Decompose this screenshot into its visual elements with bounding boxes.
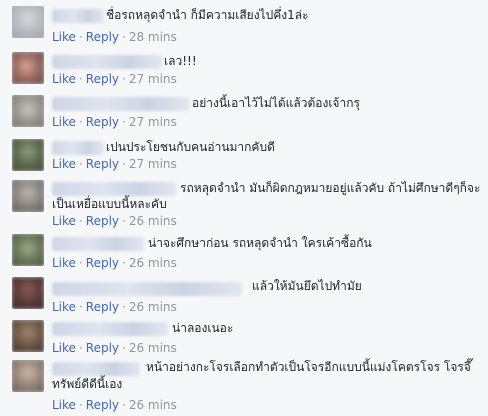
commenter-name[interactable] <box>52 9 104 23</box>
comment-text: หน้าอย่างกะโจรเลือกทำตัวเป็นโจรอีกแบบนี้… <box>146 360 471 374</box>
comment-actions: Like · Reply · 26 mins <box>52 213 177 229</box>
comment-text: รถหลุดจำนำ มันก็ผิดกฎหมายอยู่แล้วคับ ถ้า… <box>180 181 481 195</box>
comment-actions: Like · Reply · 26 mins <box>52 255 177 271</box>
comment-timestamp[interactable]: 26 mins <box>129 300 177 314</box>
like-link[interactable]: Like <box>52 72 76 86</box>
reply-link[interactable]: Reply <box>86 72 119 86</box>
comment-text: ชื่อรถหลุดจำนำ ก็มีความเสียงไปคึ่ง1ล่ะ <box>106 8 309 22</box>
comment-list: ชื่อรถหลุดจำนำ ก็มีความเสียงไปคึ่ง1ล่ะ L… <box>0 0 488 416</box>
like-link[interactable]: Like <box>52 30 76 44</box>
commenter-name[interactable] <box>52 182 176 196</box>
separator: · <box>122 157 126 171</box>
avatar[interactable] <box>12 52 44 84</box>
separator: · <box>122 214 126 228</box>
commenter-name[interactable] <box>52 282 242 296</box>
commenter-name[interactable] <box>52 97 190 111</box>
reply-link[interactable]: Reply <box>86 115 119 129</box>
like-link[interactable]: Like <box>52 115 76 129</box>
comment-text: เปนประโยชนกับคนอ่านมากคับดี <box>106 140 275 154</box>
separator: · <box>122 72 126 86</box>
comment-timestamp[interactable]: 28 mins <box>129 30 177 44</box>
comment-timestamp[interactable]: 26 mins <box>129 341 177 355</box>
avatar[interactable] <box>12 139 44 171</box>
separator: · <box>78 398 83 412</box>
like-link[interactable]: Like <box>52 256 76 270</box>
like-link[interactable]: Like <box>52 398 76 412</box>
separator: · <box>78 72 83 86</box>
like-link[interactable]: Like <box>52 157 76 171</box>
separator: · <box>78 300 83 314</box>
comment-text-continued: เป็นเหยื่อแบบนี้หละคับ <box>52 197 167 211</box>
comment-actions: Like · Reply · 26 mins <box>52 397 177 413</box>
separator: · <box>122 256 126 270</box>
avatar[interactable] <box>12 180 44 212</box>
reply-link[interactable]: Reply <box>86 300 119 314</box>
reply-link[interactable]: Reply <box>86 398 119 412</box>
comment-timestamp[interactable]: 26 mins <box>129 398 177 412</box>
separator: · <box>78 157 83 171</box>
commenter-name[interactable] <box>52 362 140 376</box>
avatar[interactable] <box>12 277 44 309</box>
separator: · <box>122 398 126 412</box>
comment-timestamp[interactable]: 27 mins <box>129 157 177 171</box>
separator: · <box>122 30 126 44</box>
comment-timestamp[interactable]: 26 mins <box>129 214 177 228</box>
avatar[interactable] <box>12 6 44 38</box>
separator: · <box>78 341 83 355</box>
like-link[interactable]: Like <box>52 341 76 355</box>
separator: · <box>122 341 126 355</box>
reply-link[interactable]: Reply <box>86 30 119 44</box>
comment-actions: Like · Reply · 27 mins <box>52 156 177 172</box>
comment-actions: Like · Reply · 26 mins <box>52 340 177 356</box>
comment-actions: Like · Reply · 28 mins <box>52 29 177 45</box>
separator: · <box>78 30 83 44</box>
comment-timestamp[interactable]: 27 mins <box>129 115 177 129</box>
commenter-name[interactable] <box>52 237 144 251</box>
avatar[interactable] <box>12 320 44 352</box>
separator: · <box>78 256 83 270</box>
reply-link[interactable]: Reply <box>86 157 119 171</box>
reply-link[interactable]: Reply <box>86 256 119 270</box>
comment-actions: Like · Reply · 27 mins <box>52 71 177 87</box>
comment-text: น่าจะศึกษาก่อน รถหลุดจำนำ ใครเค้าซื้อกัน <box>148 236 372 250</box>
comment-timestamp[interactable]: 26 mins <box>129 256 177 270</box>
separator: · <box>78 214 83 228</box>
comment-text: แล้วให้มันยึดไปทำมัย <box>252 279 362 293</box>
commenter-name[interactable] <box>52 141 104 155</box>
like-link[interactable]: Like <box>52 214 76 228</box>
reply-link[interactable]: Reply <box>86 341 119 355</box>
reply-link[interactable]: Reply <box>86 214 119 228</box>
avatar[interactable] <box>12 234 44 266</box>
like-link[interactable]: Like <box>52 300 76 314</box>
separator: · <box>122 300 126 314</box>
comment-text-continued: ทรัพย์ดีดีนี้เอง <box>52 377 123 391</box>
commenter-name[interactable] <box>52 55 162 69</box>
comment-text: เลว!!! <box>164 54 197 68</box>
avatar[interactable] <box>12 95 44 127</box>
separator: · <box>78 115 83 129</box>
commenter-name[interactable] <box>52 322 168 336</box>
comment-actions: Like · Reply · 27 mins <box>52 114 177 130</box>
separator: · <box>122 115 126 129</box>
comment-text: น่าลองเนอะ <box>172 321 234 335</box>
comment-timestamp[interactable]: 27 mins <box>129 72 177 86</box>
avatar[interactable] <box>12 360 44 392</box>
comment-actions: Like · Reply · 26 mins <box>52 299 177 315</box>
comment-text: อย่างนี้เอาไว้ไม่ได้แล้วต้องเจ้ากรุ <box>192 96 360 110</box>
